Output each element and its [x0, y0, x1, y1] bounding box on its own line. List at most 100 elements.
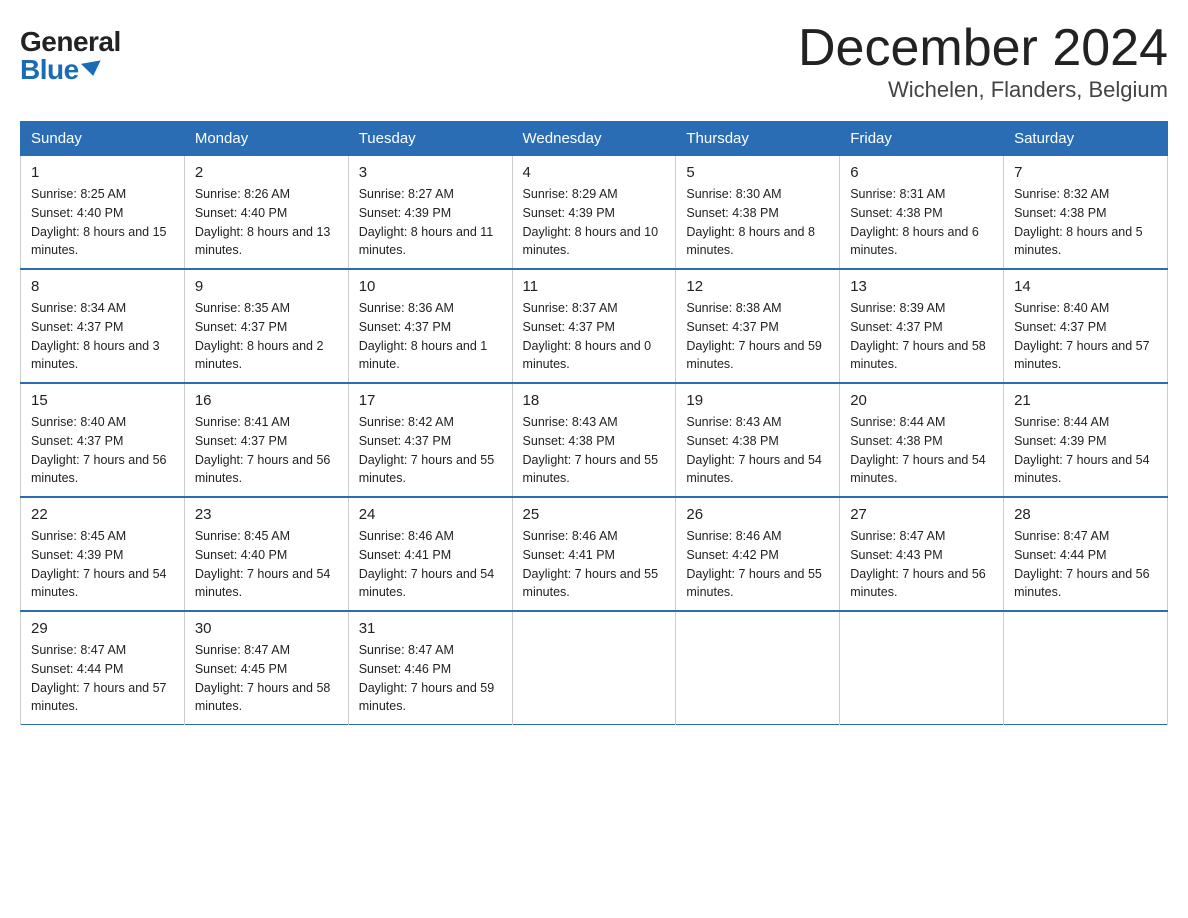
logo-triangle-icon: [81, 60, 103, 77]
day-number: 25: [523, 506, 666, 523]
day-number: 24: [359, 506, 502, 523]
day-number: 19: [686, 392, 829, 409]
day-info: Sunrise: 8:47 AMSunset: 4:44 PMDaylight:…: [31, 641, 174, 716]
day-info: Sunrise: 8:45 AMSunset: 4:40 PMDaylight:…: [195, 527, 338, 602]
col-friday: Friday: [840, 122, 1004, 156]
table-row: 26 Sunrise: 8:46 AMSunset: 4:42 PMDayligh…: [676, 497, 840, 611]
table-row: 5 Sunrise: 8:30 AMSunset: 4:38 PMDaylight…: [676, 156, 840, 270]
day-info: Sunrise: 8:44 AMSunset: 4:39 PMDaylight:…: [1014, 413, 1157, 488]
day-number: 5: [686, 164, 829, 181]
day-number: 30: [195, 620, 338, 637]
table-row: 1Sunrise: 8:25 AMSunset: 4:40 PMDaylight…: [21, 156, 185, 270]
day-info: Sunrise: 8:43 AMSunset: 4:38 PMDaylight:…: [686, 413, 829, 488]
day-number: 18: [523, 392, 666, 409]
logo: General Blue: [20, 28, 121, 84]
table-row: 6 Sunrise: 8:31 AMSunset: 4:38 PMDaylight…: [840, 156, 1004, 270]
table-row: 29Sunrise: 8:47 AMSunset: 4:44 PMDayligh…: [21, 611, 185, 725]
month-title: December 2024: [798, 20, 1168, 77]
calendar-week-row: 22 Sunrise: 8:45 AMSunset: 4:39 PMDayligh…: [21, 497, 1168, 611]
table-row: 11Sunrise: 8:37 AMSunset: 4:37 PMDayligh…: [512, 269, 676, 383]
day-info: Sunrise: 8:38 AMSunset: 4:37 PMDaylight:…: [686, 299, 829, 374]
day-number: 12: [686, 278, 829, 295]
day-number: 15: [31, 392, 174, 409]
table-row: [1004, 611, 1168, 725]
day-number: 26: [686, 506, 829, 523]
table-row: 18 Sunrise: 8:43 AMSunset: 4:38 PMDayligh…: [512, 383, 676, 497]
day-number: 23: [195, 506, 338, 523]
day-number: 2: [195, 164, 338, 181]
day-number: 14: [1014, 278, 1157, 295]
table-row: 7 Sunrise: 8:32 AMSunset: 4:38 PMDaylight…: [1004, 156, 1168, 270]
col-thursday: Thursday: [676, 122, 840, 156]
logo-general: General: [20, 28, 121, 56]
table-row: 21 Sunrise: 8:44 AMSunset: 4:39 PMDayligh…: [1004, 383, 1168, 497]
day-info: Sunrise: 8:31 AMSunset: 4:38 PMDaylight:…: [850, 185, 993, 260]
day-number: 31: [359, 620, 502, 637]
table-row: 17 Sunrise: 8:42 AMSunset: 4:37 PMDayligh…: [348, 383, 512, 497]
day-info: Sunrise: 8:47 AMSunset: 4:44 PMDaylight:…: [1014, 527, 1157, 602]
day-info: Sunrise: 8:30 AMSunset: 4:38 PMDaylight:…: [686, 185, 829, 260]
table-row: 12 Sunrise: 8:38 AMSunset: 4:37 PMDayligh…: [676, 269, 840, 383]
table-row: 3 Sunrise: 8:27 AMSunset: 4:39 PMDaylight…: [348, 156, 512, 270]
day-number: 20: [850, 392, 993, 409]
col-sunday: Sunday: [21, 122, 185, 156]
day-info: Sunrise: 8:34 AMSunset: 4:37 PMDaylight:…: [31, 299, 174, 374]
day-info: Sunrise: 8:41 AMSunset: 4:37 PMDaylight:…: [195, 413, 338, 488]
table-row: 15 Sunrise: 8:40 AMSunset: 4:37 PMDayligh…: [21, 383, 185, 497]
day-info: Sunrise: 8:40 AMSunset: 4:37 PMDaylight:…: [31, 413, 174, 488]
day-info: Sunrise: 8:46 AMSunset: 4:41 PMDaylight:…: [523, 527, 666, 602]
day-info: Sunrise: 8:36 AMSunset: 4:37 PMDaylight:…: [359, 299, 502, 374]
day-info: Sunrise: 8:43 AMSunset: 4:38 PMDaylight:…: [523, 413, 666, 488]
table-row: 13 Sunrise: 8:39 AMSunset: 4:37 PMDayligh…: [840, 269, 1004, 383]
table-row: 4Sunrise: 8:29 AMSunset: 4:39 PMDaylight…: [512, 156, 676, 270]
day-info: Sunrise: 8:39 AMSunset: 4:37 PMDaylight:…: [850, 299, 993, 374]
day-number: 9: [195, 278, 338, 295]
title-block: December 2024 Wichelen, Flanders, Belgiu…: [798, 20, 1168, 103]
day-number: 22: [31, 506, 174, 523]
day-info: Sunrise: 8:46 AMSunset: 4:42 PMDaylight:…: [686, 527, 829, 602]
day-info: Sunrise: 8:42 AMSunset: 4:37 PMDaylight:…: [359, 413, 502, 488]
table-row: 24Sunrise: 8:46 AMSunset: 4:41 PMDayligh…: [348, 497, 512, 611]
day-info: Sunrise: 8:27 AMSunset: 4:39 PMDaylight:…: [359, 185, 502, 260]
day-number: 3: [359, 164, 502, 181]
day-info: Sunrise: 8:44 AMSunset: 4:38 PMDaylight:…: [850, 413, 993, 488]
day-number: 28: [1014, 506, 1157, 523]
day-number: 17: [359, 392, 502, 409]
day-number: 11: [523, 278, 666, 295]
day-info: Sunrise: 8:32 AMSunset: 4:38 PMDaylight:…: [1014, 185, 1157, 260]
table-row: 8Sunrise: 8:34 AMSunset: 4:37 PMDaylight…: [21, 269, 185, 383]
table-row: 23 Sunrise: 8:45 AMSunset: 4:40 PMDayligh…: [184, 497, 348, 611]
location-title: Wichelen, Flanders, Belgium: [798, 77, 1168, 103]
day-info: Sunrise: 8:45 AMSunset: 4:39 PMDaylight:…: [31, 527, 174, 602]
col-monday: Monday: [184, 122, 348, 156]
day-info: Sunrise: 8:25 AMSunset: 4:40 PMDaylight:…: [31, 185, 174, 260]
day-number: 6: [850, 164, 993, 181]
day-info: Sunrise: 8:47 AMSunset: 4:43 PMDaylight:…: [850, 527, 993, 602]
table-row: 27 Sunrise: 8:47 AMSunset: 4:43 PMDayligh…: [840, 497, 1004, 611]
calendar-week-row: 1Sunrise: 8:25 AMSunset: 4:40 PMDaylight…: [21, 156, 1168, 270]
table-row: 28 Sunrise: 8:47 AMSunset: 4:44 PMDayligh…: [1004, 497, 1168, 611]
day-number: 21: [1014, 392, 1157, 409]
day-number: 27: [850, 506, 993, 523]
day-info: Sunrise: 8:47 AMSunset: 4:46 PMDaylight:…: [359, 641, 502, 716]
table-row: 16Sunrise: 8:41 AMSunset: 4:37 PMDayligh…: [184, 383, 348, 497]
table-row: 30Sunrise: 8:47 AMSunset: 4:45 PMDayligh…: [184, 611, 348, 725]
table-row: 25 Sunrise: 8:46 AMSunset: 4:41 PMDayligh…: [512, 497, 676, 611]
table-row: 22 Sunrise: 8:45 AMSunset: 4:39 PMDayligh…: [21, 497, 185, 611]
day-number: 10: [359, 278, 502, 295]
table-row: 20 Sunrise: 8:44 AMSunset: 4:38 PMDayligh…: [840, 383, 1004, 497]
day-number: 13: [850, 278, 993, 295]
day-info: Sunrise: 8:26 AMSunset: 4:40 PMDaylight:…: [195, 185, 338, 260]
col-saturday: Saturday: [1004, 122, 1168, 156]
table-row: 19 Sunrise: 8:43 AMSunset: 4:38 PMDayligh…: [676, 383, 840, 497]
day-number: 7: [1014, 164, 1157, 181]
calendar-week-row: 15 Sunrise: 8:40 AMSunset: 4:37 PMDayligh…: [21, 383, 1168, 497]
day-info: Sunrise: 8:35 AMSunset: 4:37 PMDaylight:…: [195, 299, 338, 374]
logo-blue: Blue: [20, 56, 102, 84]
page-header: General Blue December 2024 Wichelen, Fla…: [20, 20, 1168, 103]
col-wednesday: Wednesday: [512, 122, 676, 156]
table-row: 10 Sunrise: 8:36 AMSunset: 4:37 PMDayligh…: [348, 269, 512, 383]
table-row: 2 Sunrise: 8:26 AMSunset: 4:40 PMDaylight…: [184, 156, 348, 270]
col-tuesday: Tuesday: [348, 122, 512, 156]
day-number: 4: [523, 164, 666, 181]
